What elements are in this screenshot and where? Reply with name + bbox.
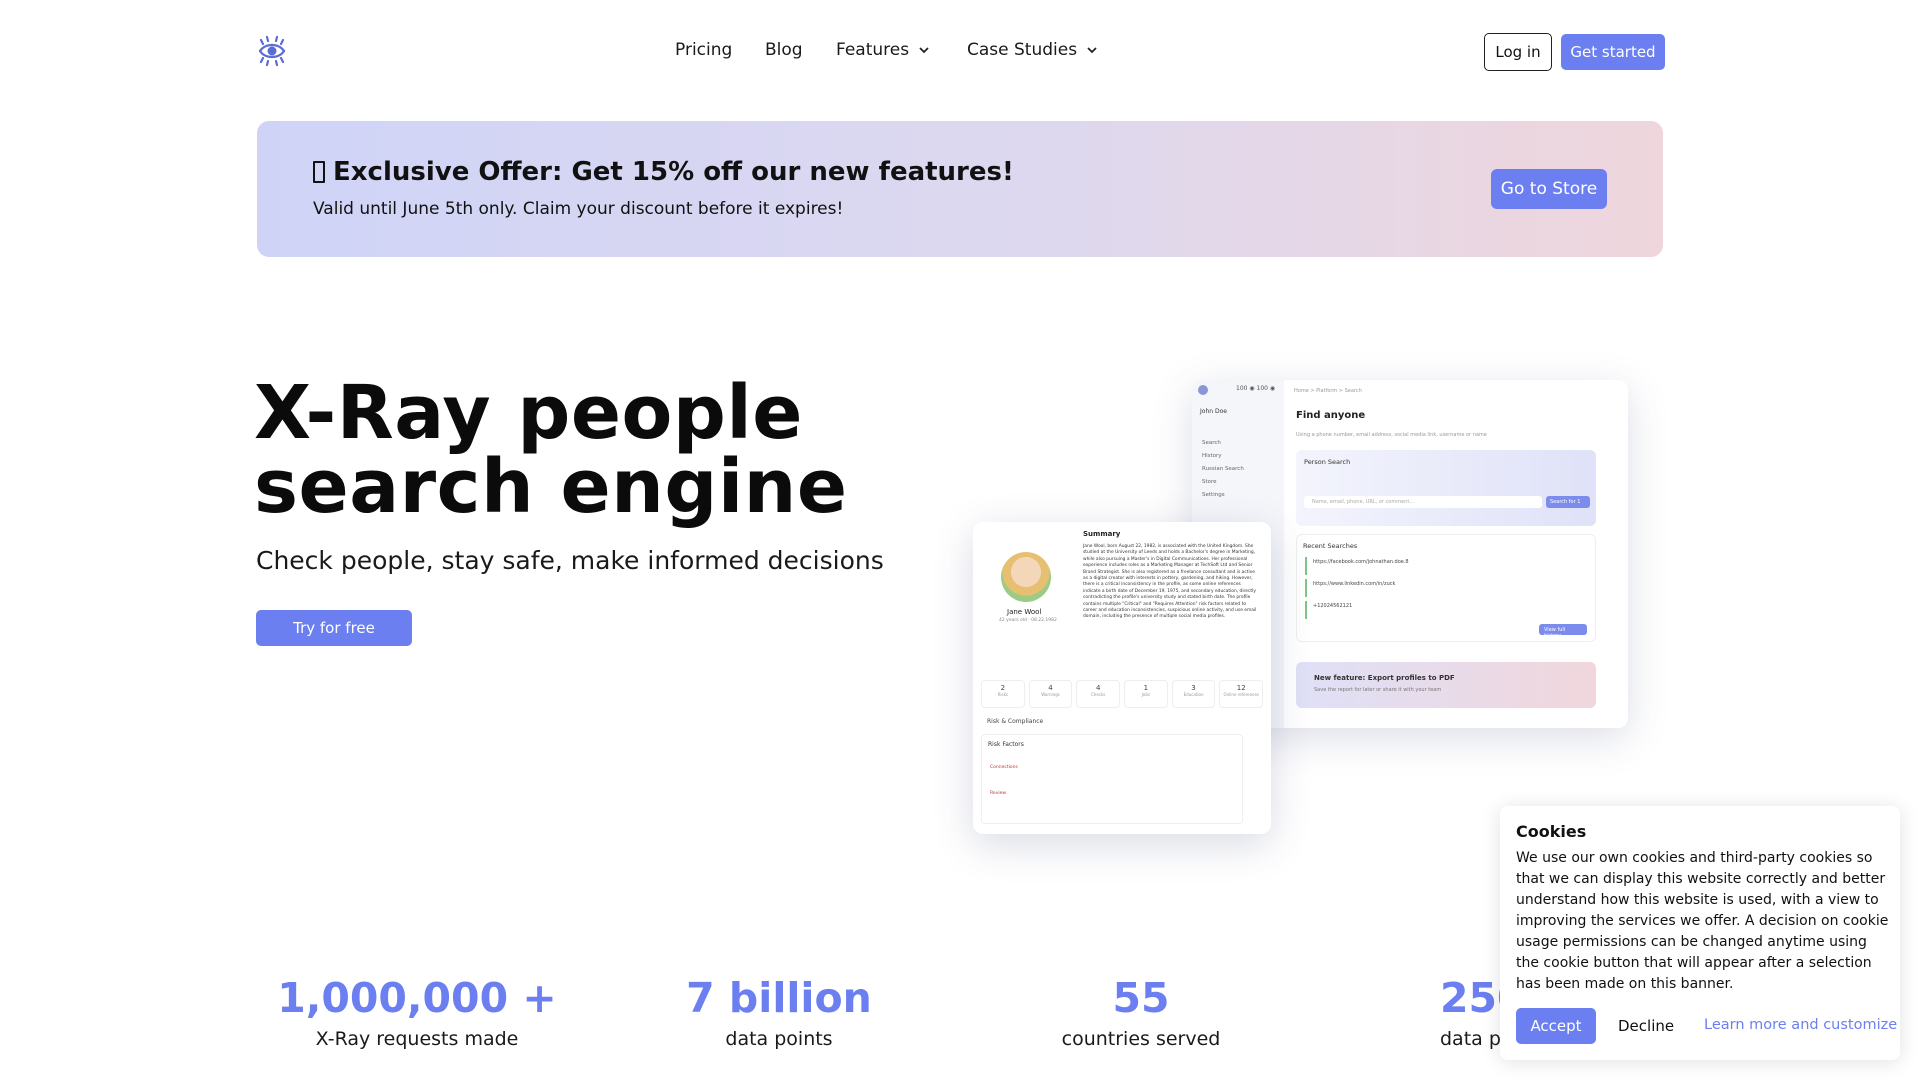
chevron-down-icon xyxy=(1087,47,1097,54)
mockup-stat-label: Checks xyxy=(1090,692,1106,697)
decline-cookies-button[interactable]: Decline xyxy=(1618,1017,1674,1035)
mockup-menu-item: Russian Search xyxy=(1202,466,1244,472)
mockup-stat-label: Online references xyxy=(1223,692,1259,697)
chevron-down-icon xyxy=(919,47,929,54)
mockup-recent-row: https://www.linkedin.com/in/zuck xyxy=(1305,579,1589,597)
mockup-risk-item: Connections xyxy=(990,765,1018,770)
go-to-store-button[interactable]: Go to Store xyxy=(1491,169,1607,209)
mockup-menu-item: Settings xyxy=(1202,492,1225,498)
mockup-summary-title: Summary xyxy=(1083,530,1121,538)
stat-requests: 1,000,000 + X-Ray requests made xyxy=(252,974,582,1050)
hero-title-line-1: X-Ray people xyxy=(254,370,803,456)
try-for-free-button[interactable]: Try for free xyxy=(256,610,412,646)
mockup-view-all: View full history xyxy=(1539,624,1587,639)
mockup-stat-label: Risks xyxy=(997,692,1009,697)
mockup-news-subtitle: Save the report for later or share it wi… xyxy=(1314,687,1442,693)
mockup-stat-value: 2 xyxy=(1000,684,1006,692)
stat-label: X-Ray requests made xyxy=(315,1028,519,1050)
mockup-menu-item: Search xyxy=(1202,440,1221,446)
mockup-menu-item: Store xyxy=(1202,479,1217,485)
nav-pricing-label: Pricing xyxy=(675,40,733,60)
mockup-search-button: Search for 1 xyxy=(1546,496,1590,508)
mockup-breadcrumb: Home > Platform > Search xyxy=(1294,388,1362,394)
mockup-summary-text: Jane Wool, born August 22, 1982, is asso… xyxy=(1083,544,1257,620)
app-screenshot-profile: Jane Wool 42 years old · 08.22.1982 Summ… xyxy=(973,522,1271,834)
offer-title-text: Exclusive Offer: Get 15% off our new fea… xyxy=(333,157,1014,187)
mockup-stat: 4 Checks xyxy=(1076,680,1121,708)
mockup-stat-value: 4 xyxy=(1095,684,1101,692)
accept-cookies-button[interactable]: Accept xyxy=(1516,1008,1596,1044)
mockup-stat-value: 1 xyxy=(1143,684,1149,692)
get-started-button[interactable]: Get started xyxy=(1561,34,1665,70)
mockup-heading: Find anyone xyxy=(1296,410,1366,421)
offer-title: Exclusive Offer: Get 15% off our new fea… xyxy=(313,157,1014,187)
mockup-stat: 1 Jobs xyxy=(1124,680,1168,708)
stat-value: 7 billion xyxy=(686,974,872,1022)
offer-subtitle: Valid until June 5th only. Claim your di… xyxy=(313,199,844,219)
mockup-menu-item: History xyxy=(1202,453,1222,459)
mockup-stat-value: 3 xyxy=(1191,684,1196,692)
mockup-search-input: Name, email, phone, URL, or comment... xyxy=(1304,496,1542,508)
cookie-banner: Cookies We use our own cookies and third… xyxy=(1500,806,1900,1060)
stat-value: 1,000,000 + xyxy=(277,974,557,1022)
stat-label: countries served xyxy=(1061,1028,1221,1050)
stat-value: 55 xyxy=(1112,974,1170,1022)
mockup-stat-value: 4 xyxy=(1048,684,1053,692)
mockup-stat: 4 Warnings xyxy=(1028,680,1073,708)
mockup-stat: 12 Online references xyxy=(1219,680,1264,708)
mockup-risk-factors-title: Risk Factors xyxy=(988,741,1024,748)
nav-case-studies-label: Case Studies xyxy=(967,40,1078,60)
gift-icon xyxy=(313,161,325,183)
nav-features[interactable]: Features xyxy=(836,40,931,60)
mockup-hint: Using a phone number, email address, soc… xyxy=(1296,432,1487,438)
cookie-text: We use our own cookies and third-party c… xyxy=(1516,850,1889,992)
nav-pricing[interactable]: Pricing xyxy=(675,40,732,60)
mockup-person-search-title: Person Search xyxy=(1304,458,1351,466)
mockup-risk-section: Risk & Compliance xyxy=(987,718,1044,725)
mockup-stat: 3 Education xyxy=(1171,680,1216,708)
nav-blog[interactable]: Blog xyxy=(765,40,803,60)
mockup-person-search-card: Person Search Name, email, phone, URL, o… xyxy=(1296,450,1596,526)
mockup-recent-searches: Recent Searches https://facebook.com/joh… xyxy=(1296,534,1596,642)
mockup-news-title: New feature: Export profiles to PDF xyxy=(1314,674,1455,682)
avatar xyxy=(1001,552,1051,602)
mockup-recent-row: https://facebook.com/johnathan.doe.8 xyxy=(1305,557,1589,575)
learn-more-link[interactable]: Learn more and customize xyxy=(1704,1017,1897,1033)
mockup-stat-label: Education xyxy=(1183,692,1204,697)
stat-label: data points xyxy=(725,1028,833,1050)
nav-blog-label: Blog xyxy=(765,40,803,60)
mockup-logo-icon xyxy=(1198,385,1208,395)
mockup-recent-title: Recent Searches xyxy=(1303,542,1358,550)
mockup-stat-label: Warnings xyxy=(1041,692,1060,697)
mockup-risk-item: Review xyxy=(990,791,1007,796)
mockup-stats: 2 Risks 4 Warnings 4 Checks 1 Jobs 3 Educatio… xyxy=(981,680,1264,708)
logo-icon[interactable] xyxy=(256,35,288,67)
cookie-title: Cookies xyxy=(1516,822,1587,841)
nav-features-label: Features xyxy=(836,40,910,60)
mockup-credits: 100 ◉ 100 ◉ xyxy=(1236,385,1276,392)
mockup-news-card: New feature: Export profiles to PDF Save… xyxy=(1296,662,1596,708)
mockup-user: John Doe xyxy=(1200,408,1227,415)
hero-title: X-Ray people search engine xyxy=(254,376,848,524)
mockup-profile-name: Jane Wool xyxy=(1007,608,1042,616)
mockup-stat-value: 12 xyxy=(1236,684,1246,692)
login-button[interactable]: Log in xyxy=(1484,33,1552,71)
mockup-risk-factors: Risk Factors Connections Review xyxy=(981,734,1243,824)
mockup-recent-row: +12024562121 xyxy=(1305,601,1589,619)
hero-subtitle: Check people, stay safe, make informed d… xyxy=(256,546,884,575)
mockup-stat-label: Jobs xyxy=(1141,692,1150,697)
hero-title-line-2: search engine xyxy=(254,444,848,530)
nav-case-studies[interactable]: Case Studies xyxy=(967,40,1099,60)
mockup-profile-age: 42 years old · 08.22.1982 xyxy=(999,618,1057,623)
stat-countries: 55 countries served xyxy=(991,974,1291,1050)
mockup-stat: 2 Risks xyxy=(981,680,1025,708)
offer-banner: Exclusive Offer: Get 15% off our new fea… xyxy=(257,121,1663,257)
stat-data-points: 7 billion data points xyxy=(629,974,929,1050)
